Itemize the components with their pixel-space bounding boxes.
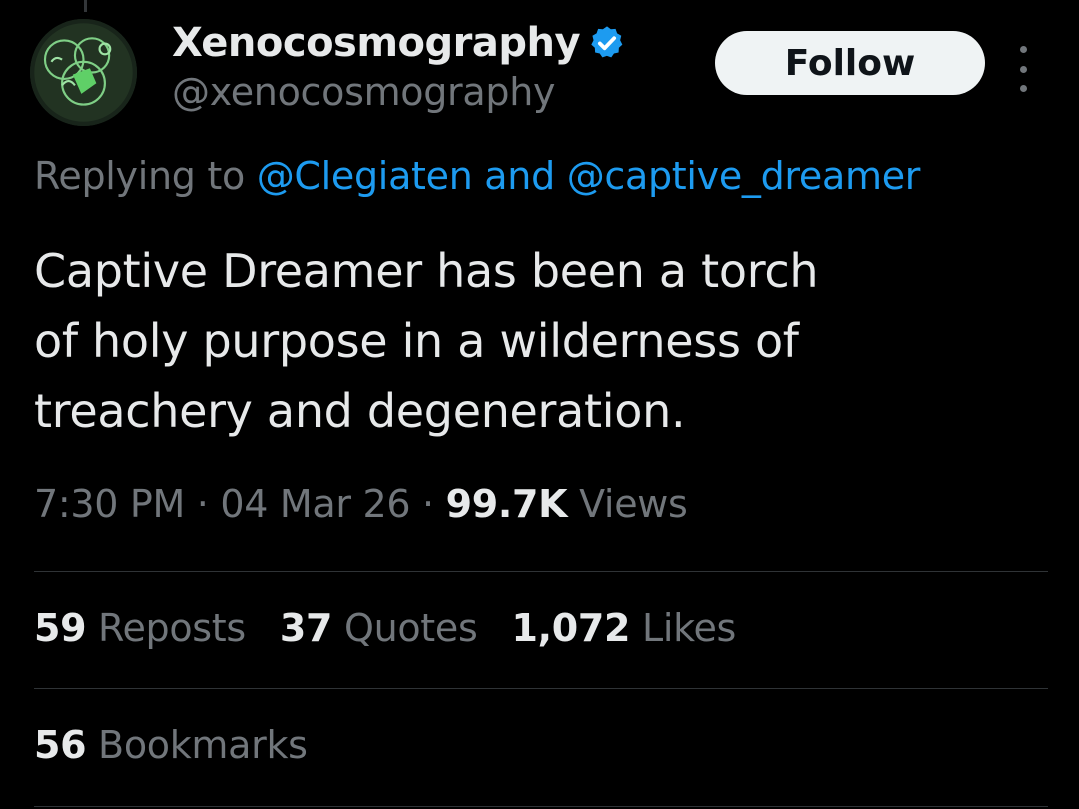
author-display-name[interactable]: Xenocosmography [172,20,581,66]
likes-label: Likes [630,606,737,650]
tweet-text-line: Captive Dreamer has been a torch [34,244,819,298]
tweet-detail-view: Xenocosmography @xenocosmography Follow … [0,0,1079,809]
follow-button[interactable]: Follow [715,31,985,95]
tweet-date[interactable]: 04 Mar 26 [220,482,410,526]
bookmarks-label: Bookmarks [86,723,308,767]
quotes-stat[interactable]: 37 Quotes [280,606,478,650]
author-names: Xenocosmography @xenocosmography [172,16,626,114]
thread-connector-line [84,0,87,12]
likes-stat[interactable]: 1,072 Likes [512,606,737,650]
tweet-time[interactable]: 7:30 PM [34,482,185,526]
quotes-label: Quotes [332,606,478,650]
views-count: 99.7K [445,482,568,526]
bookmarks-count: 56 [34,723,87,767]
vertical-ellipsis-icon[interactable] [1013,46,1033,92]
mention-link-captive-dreamer[interactable]: @captive_dreamer [567,154,921,198]
engagement-stats: 59 Reposts 37 Quotes 1,072 Likes [34,606,770,650]
meta-separator: · [185,482,221,526]
replying-prefix: Replying to [34,154,257,198]
replying-to-line: Replying to @Clegiaten and @captive_drea… [34,154,920,198]
divider [34,806,1048,807]
alien-sigil-avatar-icon [30,19,137,126]
divider [34,688,1048,689]
bookmarks-stat[interactable]: 56 Bookmarks [34,723,308,767]
reposts-stat[interactable]: 59 Reposts [34,606,246,650]
author-avatar[interactable] [30,19,137,126]
reposts-label: Reposts [86,606,246,650]
author-handle[interactable]: @xenocosmography [172,70,626,114]
reposts-count: 59 [34,606,87,650]
likes-count: 1,072 [511,606,631,650]
tweet-text-line: of holy purpose in a wilderness of [34,314,799,368]
verified-badge-icon [588,24,626,62]
meta-separator: · [410,482,446,526]
mention-link-clegiaten[interactable]: @Clegiaten [257,154,473,198]
tweet-meta: 7:30 PM · 04 Mar 26 · 99.7K Views [34,482,688,526]
divider [34,571,1048,572]
views-label: Views [567,482,688,526]
tweet-body: Captive Dreamer has been a torch of holy… [34,236,1034,446]
quotes-count: 37 [279,606,333,650]
tweet-header: Xenocosmography @xenocosmography Follow [30,16,1050,134]
reply-conjunction[interactable]: and [473,154,567,198]
tweet-text-line: treachery and degeneration. [34,384,686,438]
